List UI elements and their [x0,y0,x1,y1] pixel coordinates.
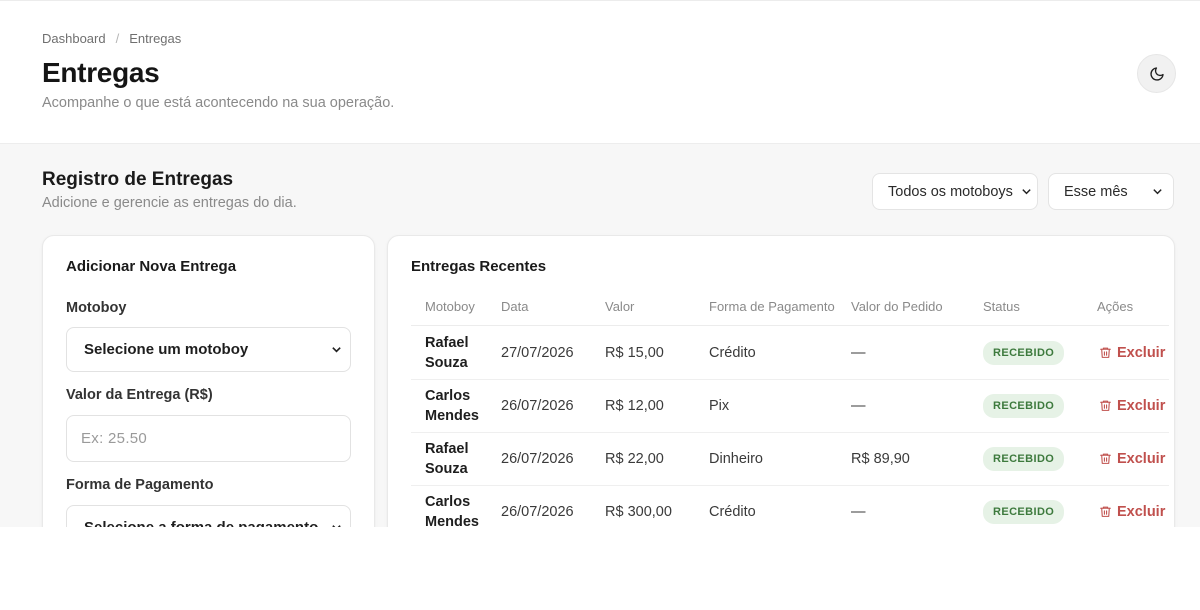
motoboy-filter-value: Todos os motoboys [888,183,1013,200]
breadcrumb: Dashboard / Entregas [42,31,181,46]
table-row: Rafael Souza 26/07/2026 R$ 22,00 Dinheir… [411,432,1169,486]
cell-valor: R$ 12,00 [605,397,664,414]
cell-valor-pedido: — [851,503,866,520]
forma-pagamento-value: Selecione a forma de pagamento [84,519,323,527]
cell-motoboy: Rafael Souza [425,440,469,477]
column-header-acoes: Ações [1097,299,1134,314]
cell-forma-pagamento: Pix [709,397,730,414]
trash-icon [1100,347,1111,358]
cell-motoboy: Rafael Souza [425,334,469,371]
valor-entrega-field[interactable] [66,415,351,462]
page-header: Dashboard / Entregas Entregas Acompanhe … [0,1,1200,144]
trash-icon [1100,400,1111,411]
add-delivery-title: Adicionar Nova Entrega [66,258,237,275]
cell-motoboy: Carlos Mendes [425,493,479,528]
cell-valor-pedido: R$ 89,90 [851,450,910,467]
cell-data: 27/07/2026 [501,344,574,361]
chevron-down-icon [331,522,342,527]
forma-pagamento-label: Forma de Pagamento [66,477,214,493]
column-header-forma-pagamento: Forma de Pagamento [709,299,835,314]
cell-valor: R$ 300,00 [605,503,672,520]
chevron-down-icon [331,344,342,355]
recent-deliveries-title: Entregas Recentes [411,258,547,275]
valor-entrega-label: Valor da Entrega (R$) [66,387,213,403]
cell-valor: R$ 15,00 [605,344,664,361]
delete-button[interactable]: Excluir [1099,398,1165,414]
period-filter-value: Esse mês [1064,183,1128,200]
cell-motoboy: Carlos Mendes [425,387,479,424]
table-row: Carlos Mendes 26/07/2026 R$ 12,00 Pix — … [411,379,1169,433]
cell-valor-pedido: — [851,344,866,361]
theme-toggle-button[interactable] [1137,54,1176,93]
column-header-data: Data [501,299,529,314]
chevron-down-icon [1152,186,1163,197]
delete-button[interactable]: Excluir [1099,451,1165,467]
motoboy-select[interactable]: Selecione um motoboy [66,327,351,372]
status-badge: RECEBIDO [983,499,1065,524]
status-badge: RECEBIDO [983,446,1065,471]
table-row: Carlos Mendes 26/07/2026 R$ 300,00 Crédi… [411,485,1169,528]
add-delivery-card: Adicionar Nova Entrega Motoboy Selecione… [42,235,375,527]
breadcrumb-entregas: Entregas [129,31,182,46]
forma-pagamento-select[interactable]: Selecione a forma de pagamento [66,505,351,527]
cell-forma-pagamento: Dinheiro [709,450,763,467]
page-title: Entregas [42,57,160,88]
cell-forma-pagamento: Crédito [709,503,756,520]
cell-data: 26/07/2026 [501,397,574,414]
cell-valor-pedido: — [851,397,866,414]
breadcrumb-separator: / [115,31,120,46]
app-viewport: Dashboard / Entregas Entregas Acompanhe … [0,0,1200,527]
delete-button-label: Excluir [1117,450,1166,467]
section-title: Registro de Entregas [42,169,234,190]
motoboy-select-value: Selecione um motoboy [84,341,249,358]
status-badge: RECEBIDO [983,393,1065,418]
trash-icon [1100,453,1111,464]
valor-entrega-input[interactable] [81,430,342,447]
column-header-valor-pedido: Valor do Pedido [851,299,943,314]
cell-valor: R$ 22,00 [605,450,664,467]
cell-data: 26/07/2026 [501,503,574,520]
delete-button-label: Excluir [1117,344,1166,361]
column-header-status: Status [983,299,1020,314]
cell-data: 26/07/2026 [501,450,574,467]
page-subtitle: Acompanhe o que está acontecendo na sua … [42,95,395,111]
motoboy-filter-select[interactable]: Todos os motoboys [872,173,1038,210]
status-badge: RECEBIDO [983,340,1065,365]
motoboy-label: Motoboy [66,300,127,316]
table-row: Rafael Souza 27/07/2026 R$ 15,00 Crédito… [411,326,1169,380]
delete-button-label: Excluir [1117,397,1166,414]
delete-button-label: Excluir [1117,503,1166,520]
column-header-motoboy: Motoboy [425,299,475,314]
delete-button[interactable]: Excluir [1099,345,1165,361]
column-header-valor: Valor [605,299,635,314]
delete-button[interactable]: Excluir [1099,504,1165,520]
cell-forma-pagamento: Crédito [709,344,756,361]
recent-deliveries-card: Entregas Recentes Motoboy Data Valor For… [387,235,1175,527]
breadcrumb-dashboard[interactable]: Dashboard [42,31,106,46]
moon-icon [1149,66,1164,81]
section-subtitle: Adicione e gerencie as entregas do dia. [42,195,297,211]
period-filter-select[interactable]: Esse mês [1048,173,1174,210]
chevron-down-icon [1021,186,1032,197]
trash-icon [1100,506,1111,517]
